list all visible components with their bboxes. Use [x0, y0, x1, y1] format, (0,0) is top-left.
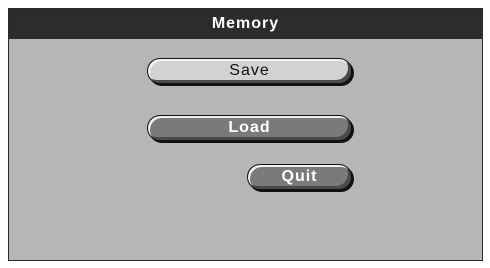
load-button[interactable]: Load: [147, 115, 352, 141]
quit-button[interactable]: Quit: [247, 164, 352, 190]
dialog-title: Memory: [9, 9, 482, 39]
save-button[interactable]: Save: [147, 58, 352, 84]
memory-dialog: Memory Save Load Quit: [8, 8, 483, 261]
